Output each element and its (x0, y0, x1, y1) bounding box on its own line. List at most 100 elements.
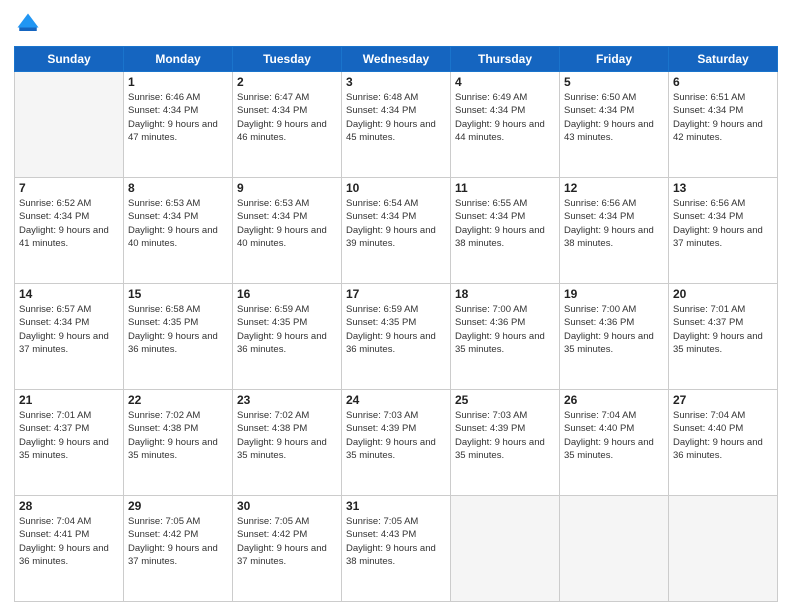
week-row-4: 21Sunrise: 7:01 AMSunset: 4:37 PMDayligh… (15, 390, 778, 496)
day-info: Sunrise: 7:00 AMSunset: 4:36 PMDaylight:… (455, 303, 555, 356)
day-cell: 14 Sunrise: 6:57 AMSunset: 4:34 PMDayligh… (15, 284, 124, 390)
day-number: 6 (673, 75, 773, 89)
day-number: 16 (237, 287, 337, 301)
day-number: 25 (455, 393, 555, 407)
week-row-3: 14 Sunrise: 6:57 AMSunset: 4:34 PMDayligh… (15, 284, 778, 390)
day-cell: 13 Sunrise: 6:56 AMSunset: 4:34 PMDayligh… (669, 178, 778, 284)
day-info: Sunrise: 6:53 AMSunset: 4:34 PMDaylight:… (237, 197, 337, 250)
day-number: 30 (237, 499, 337, 513)
weekday-header-row: SundayMondayTuesdayWednesdayThursdayFrid… (15, 47, 778, 72)
day-cell: 9 Sunrise: 6:53 AMSunset: 4:34 PMDaylight… (233, 178, 342, 284)
day-info: Sunrise: 7:03 AMSunset: 4:39 PMDaylight:… (455, 409, 555, 462)
day-cell: 23 Sunrise: 7:02 AMSunset: 4:38 PMDayligh… (233, 390, 342, 496)
day-info: Sunrise: 7:04 AMSunset: 4:40 PMDaylight:… (564, 409, 664, 462)
day-cell (15, 72, 124, 178)
week-row-2: 7 Sunrise: 6:52 AMSunset: 4:34 PMDaylight… (15, 178, 778, 284)
day-info: Sunrise: 6:55 AMSunset: 4:34 PMDaylight:… (455, 197, 555, 250)
day-info: Sunrise: 6:54 AMSunset: 4:34 PMDaylight:… (346, 197, 446, 250)
weekday-header-thursday: Thursday (451, 47, 560, 72)
day-number: 19 (564, 287, 664, 301)
day-info: Sunrise: 6:51 AMSunset: 4:34 PMDaylight:… (673, 91, 773, 144)
page: SundayMondayTuesdayWednesdayThursdayFrid… (0, 0, 792, 612)
day-cell: 27Sunrise: 7:04 AMSunset: 4:40 PMDayligh… (669, 390, 778, 496)
day-number: 8 (128, 181, 228, 195)
day-number: 31 (346, 499, 446, 513)
day-number: 9 (237, 181, 337, 195)
calendar-table: SundayMondayTuesdayWednesdayThursdayFrid… (14, 46, 778, 602)
day-info: Sunrise: 6:49 AMSunset: 4:34 PMDaylight:… (455, 91, 555, 144)
day-cell: 24 Sunrise: 7:03 AMSunset: 4:39 PMDayligh… (342, 390, 451, 496)
day-number: 13 (673, 181, 773, 195)
day-info: Sunrise: 6:56 AMSunset: 4:34 PMDaylight:… (673, 197, 773, 250)
day-cell: 6 Sunrise: 6:51 AMSunset: 4:34 PMDaylight… (669, 72, 778, 178)
day-info: Sunrise: 7:05 AMSunset: 4:43 PMDaylight:… (346, 515, 446, 568)
day-cell (560, 496, 669, 602)
day-number: 11 (455, 181, 555, 195)
day-info: Sunrise: 6:52 AMSunset: 4:34 PMDaylight:… (19, 197, 119, 250)
day-cell: 17 Sunrise: 6:59 AMSunset: 4:35 PMDayligh… (342, 284, 451, 390)
day-number: 14 (19, 287, 119, 301)
day-cell: 2 Sunrise: 6:47 AMSunset: 4:34 PMDaylight… (233, 72, 342, 178)
day-number: 12 (564, 181, 664, 195)
day-info: Sunrise: 6:50 AMSunset: 4:34 PMDaylight:… (564, 91, 664, 144)
day-info: Sunrise: 7:00 AMSunset: 4:36 PMDaylight:… (564, 303, 664, 356)
day-info: Sunrise: 6:59 AMSunset: 4:35 PMDaylight:… (346, 303, 446, 356)
day-info: Sunrise: 7:03 AMSunset: 4:39 PMDaylight:… (346, 409, 446, 462)
day-number: 15 (128, 287, 228, 301)
day-cell: 12Sunrise: 6:56 AMSunset: 4:34 PMDayligh… (560, 178, 669, 284)
day-number: 18 (455, 287, 555, 301)
header (14, 10, 778, 38)
day-number: 24 (346, 393, 446, 407)
day-info: Sunrise: 6:46 AMSunset: 4:34 PMDaylight:… (128, 91, 228, 144)
day-info: Sunrise: 7:04 AMSunset: 4:40 PMDaylight:… (673, 409, 773, 462)
weekday-header-wednesday: Wednesday (342, 47, 451, 72)
day-cell: 1Sunrise: 6:46 AMSunset: 4:34 PMDaylight… (124, 72, 233, 178)
day-cell: 20Sunrise: 7:01 AMSunset: 4:37 PMDayligh… (669, 284, 778, 390)
day-info: Sunrise: 7:01 AMSunset: 4:37 PMDaylight:… (673, 303, 773, 356)
day-number: 10 (346, 181, 446, 195)
day-cell: 3 Sunrise: 6:48 AMSunset: 4:34 PMDaylight… (342, 72, 451, 178)
weekday-header-friday: Friday (560, 47, 669, 72)
day-number: 28 (19, 499, 119, 513)
day-cell: 26 Sunrise: 7:04 AMSunset: 4:40 PMDayligh… (560, 390, 669, 496)
day-cell: 31 Sunrise: 7:05 AMSunset: 4:43 PMDayligh… (342, 496, 451, 602)
day-info: Sunrise: 7:05 AMSunset: 4:42 PMDaylight:… (237, 515, 337, 568)
day-info: Sunrise: 6:58 AMSunset: 4:35 PMDaylight:… (128, 303, 228, 356)
day-cell: 5 Sunrise: 6:50 AMSunset: 4:34 PMDaylight… (560, 72, 669, 178)
day-cell: 18 Sunrise: 7:00 AMSunset: 4:36 PMDayligh… (451, 284, 560, 390)
day-cell: 11 Sunrise: 6:55 AMSunset: 4:34 PMDayligh… (451, 178, 560, 284)
day-cell: 4 Sunrise: 6:49 AMSunset: 4:34 PMDaylight… (451, 72, 560, 178)
day-info: Sunrise: 6:59 AMSunset: 4:35 PMDaylight:… (237, 303, 337, 356)
day-number: 29 (128, 499, 228, 513)
day-cell: 21Sunrise: 7:01 AMSunset: 4:37 PMDayligh… (15, 390, 124, 496)
day-cell: 16 Sunrise: 6:59 AMSunset: 4:35 PMDayligh… (233, 284, 342, 390)
day-info: Sunrise: 7:02 AMSunset: 4:38 PMDaylight:… (128, 409, 228, 462)
day-number: 26 (564, 393, 664, 407)
day-number: 22 (128, 393, 228, 407)
day-number: 23 (237, 393, 337, 407)
day-number: 5 (564, 75, 664, 89)
weekday-header-monday: Monday (124, 47, 233, 72)
day-info: Sunrise: 7:04 AMSunset: 4:41 PMDaylight:… (19, 515, 119, 568)
day-info: Sunrise: 6:48 AMSunset: 4:34 PMDaylight:… (346, 91, 446, 144)
day-number: 4 (455, 75, 555, 89)
day-info: Sunrise: 6:57 AMSunset: 4:34 PMDaylight:… (19, 303, 119, 356)
logo (14, 10, 46, 38)
day-info: Sunrise: 7:02 AMSunset: 4:38 PMDaylight:… (237, 409, 337, 462)
day-cell: 8 Sunrise: 6:53 AMSunset: 4:34 PMDaylight… (124, 178, 233, 284)
day-number: 7 (19, 181, 119, 195)
day-number: 3 (346, 75, 446, 89)
day-cell: 15 Sunrise: 6:58 AMSunset: 4:35 PMDayligh… (124, 284, 233, 390)
day-cell: 25 Sunrise: 7:03 AMSunset: 4:39 PMDayligh… (451, 390, 560, 496)
week-row-5: 28 Sunrise: 7:04 AMSunset: 4:41 PMDayligh… (15, 496, 778, 602)
weekday-header-saturday: Saturday (669, 47, 778, 72)
day-number: 17 (346, 287, 446, 301)
day-info: Sunrise: 6:53 AMSunset: 4:34 PMDaylight:… (128, 197, 228, 250)
day-info: Sunrise: 6:47 AMSunset: 4:34 PMDaylight:… (237, 91, 337, 144)
day-cell: 30 Sunrise: 7:05 AMSunset: 4:42 PMDayligh… (233, 496, 342, 602)
day-info: Sunrise: 7:05 AMSunset: 4:42 PMDaylight:… (128, 515, 228, 568)
weekday-header-sunday: Sunday (15, 47, 124, 72)
day-cell: 10 Sunrise: 6:54 AMSunset: 4:34 PMDayligh… (342, 178, 451, 284)
day-number: 21 (19, 393, 119, 407)
day-number: 2 (237, 75, 337, 89)
